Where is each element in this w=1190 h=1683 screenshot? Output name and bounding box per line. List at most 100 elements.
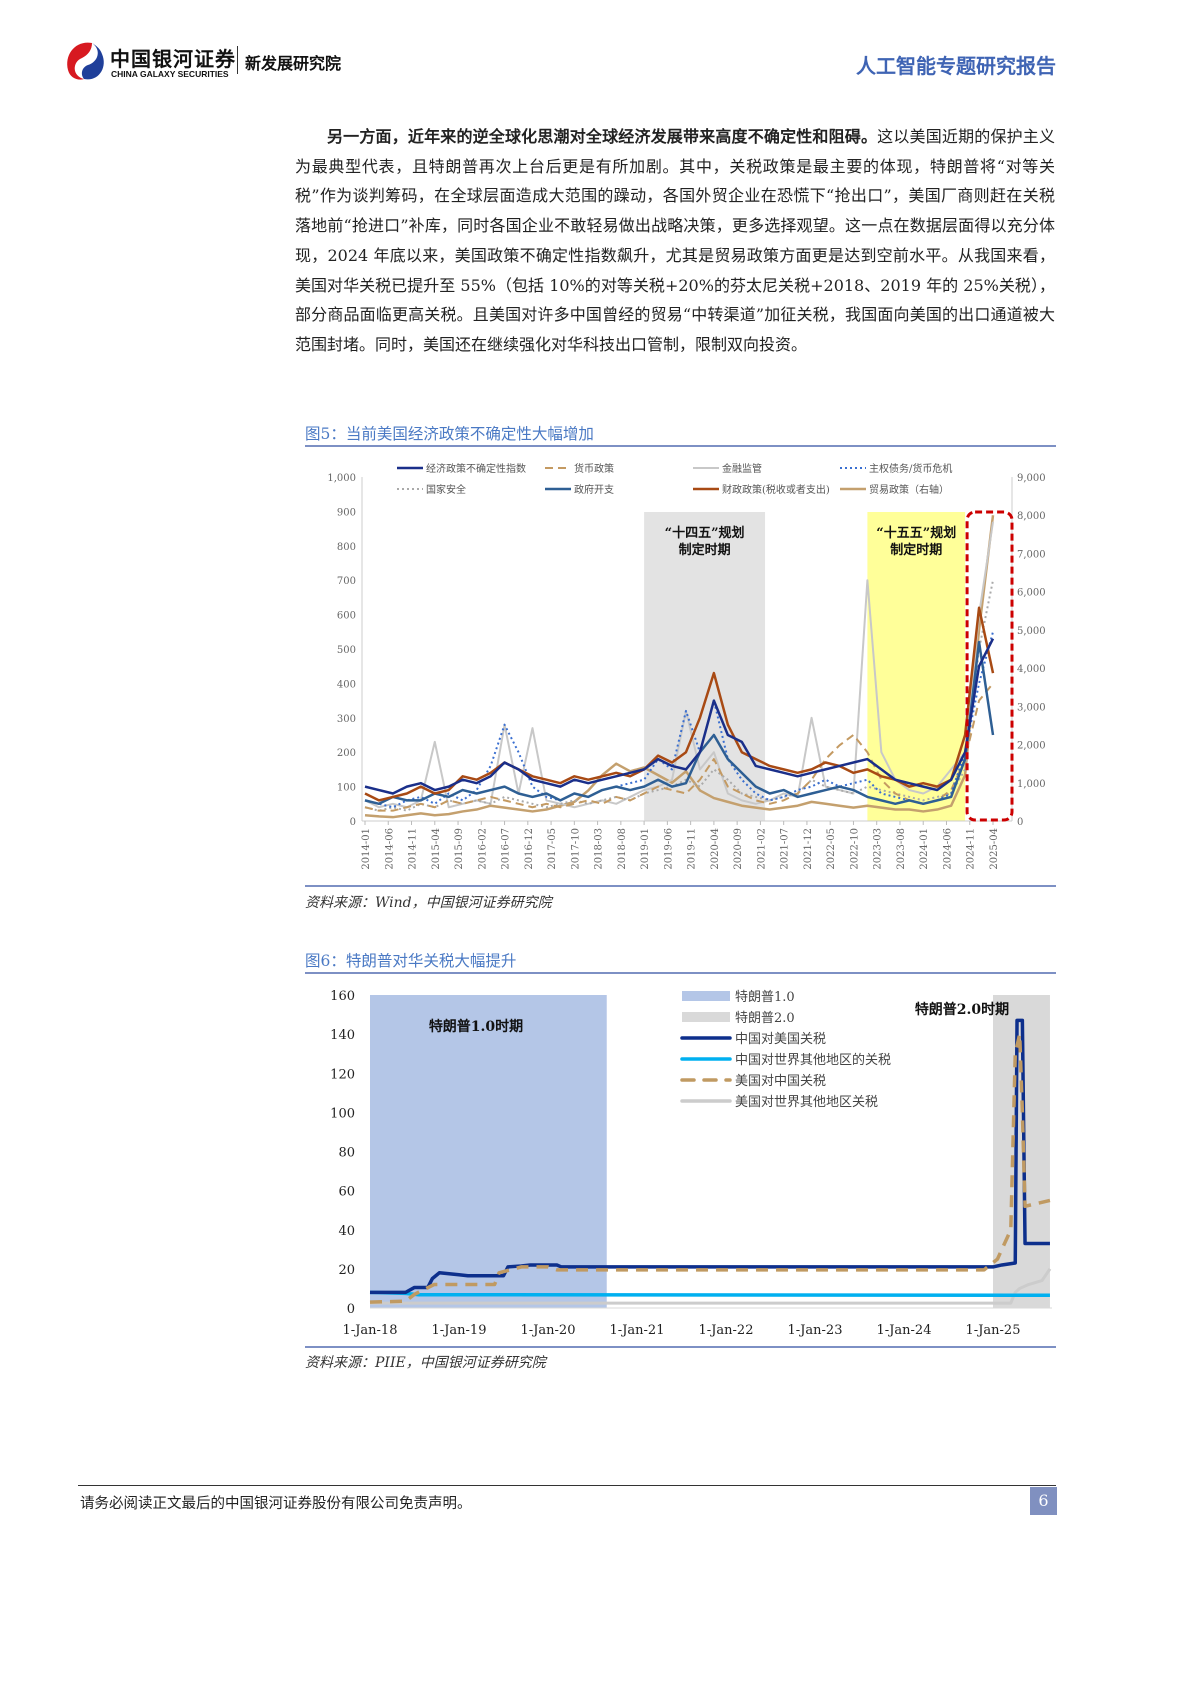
y-tick-label-right: 9,000: [1017, 473, 1046, 484]
x-tick-label: 2019-06: [663, 828, 674, 870]
x-tick-label: 2020-04: [710, 828, 721, 870]
legend-label: 货币政策: [574, 462, 614, 475]
x-tick-label: 1-Jan-25: [966, 1323, 1021, 1338]
logo-chinese-name: 中国银河证券: [110, 47, 236, 71]
institute-name: 新发展研究院: [245, 54, 342, 73]
y-tick-label-left: 0: [350, 817, 356, 828]
x-tick-label: 2017-10: [570, 828, 581, 870]
y-tick-label-left: 300: [337, 714, 356, 725]
figure5-bottom-rule: [305, 885, 1056, 887]
x-tick-label: 2016-02: [477, 828, 488, 870]
figure6-source: 资料来源：PIIE，中国银河证券研究院: [305, 1355, 546, 1371]
y-tick-label: 60: [338, 1185, 355, 1200]
x-tick-label: 1-Jan-22: [699, 1323, 754, 1338]
footer-rule: [78, 1485, 1056, 1486]
period-annotation: 特朗普1.0时期: [429, 1018, 523, 1035]
paragraph-bold-lead: 另一方面，近年来的逆全球化思潮对全球经济发展带来高度不确定性和阻碍。: [327, 127, 878, 146]
legend-label: 特朗普2.0: [735, 1011, 795, 1026]
report-type: 人工智能专题研究报告: [856, 54, 1056, 78]
y-tick-label-right: 2,000: [1017, 741, 1046, 752]
legend-swatch: [682, 1012, 730, 1022]
legend-label: 金融监管: [722, 462, 762, 475]
legend-label: 主权债务/货币危机: [869, 462, 952, 475]
x-tick-label: 1-Jan-21: [610, 1323, 665, 1338]
y-tick-label-left: 700: [337, 576, 356, 587]
x-tick-label: 1-Jan-24: [877, 1323, 932, 1338]
x-tick-label: 2016-12: [524, 828, 535, 870]
x-tick-label: 2018-08: [617, 828, 628, 870]
legend-label: 经济政策不确定性指数: [426, 462, 526, 475]
figure5-source: 资料来源：Wind，中国银河证券研究院: [305, 895, 552, 911]
x-tick-label: 2023-08: [896, 828, 907, 870]
x-tick-label: 1-Jan-20: [521, 1323, 576, 1338]
figure6-title: 图6：特朗普对华关税大幅提升: [305, 952, 517, 970]
shaded-period: [644, 512, 766, 821]
y-tick-label-left: 600: [337, 611, 356, 622]
y-tick-label-left: 800: [337, 542, 356, 553]
x-tick-label: 2014-01: [361, 828, 372, 870]
figure6-chart: 特朗普1.0时期 特朗普2.0时期 0 20 40 60 80 100 120 140 160 1-J…: [330, 989, 1052, 1338]
x-tick-label: 2018-03: [594, 828, 605, 870]
y-tick-label-left: 200: [337, 748, 356, 759]
x-tick-label: 2014-06: [384, 828, 395, 870]
legend-label: 政府开支: [574, 483, 614, 496]
x-tick-label: 2024-11: [966, 828, 977, 870]
y-tick-label-right: 4,000: [1017, 664, 1046, 675]
x-tick-label: 2024-06: [942, 828, 953, 870]
y-tick-label-right: 0: [1017, 817, 1023, 828]
figure5-top-rule: [305, 445, 1056, 447]
period-annotation: 特朗普2.0时期: [915, 1001, 1009, 1018]
y-tick-label-right: 3,000: [1017, 702, 1046, 713]
x-tick-label: 2023-03: [873, 828, 884, 870]
y-tick-label: 140: [330, 1028, 355, 1043]
y-tick-label-right: 5,000: [1017, 626, 1046, 637]
y-tick-label: 80: [338, 1146, 355, 1161]
legend-label: 美国对世界其他地区关税: [735, 1095, 878, 1110]
figure6-bottom-rule: [305, 1346, 1056, 1348]
y-tick-label: 20: [338, 1263, 355, 1278]
legend-label: 中国对美国关税: [735, 1032, 826, 1047]
y-tick-label: 40: [338, 1224, 355, 1239]
y-tick-label: 100: [330, 1106, 355, 1121]
y-tick-label-left: 500: [337, 645, 356, 656]
x-tick-label: 2020-09: [733, 828, 744, 870]
y-tick-label-left: 900: [337, 507, 356, 518]
y-tick-label: 160: [330, 989, 355, 1004]
legend-label: 国家安全: [426, 483, 466, 496]
paragraph-text: 这以美国近期的保护主义为最典型代表，且特朗普再次上台后更是有所加剧。其中，关税政…: [295, 127, 1055, 354]
body-paragraph: 另一方面，近年来的逆全球化思潮对全球经济发展带来高度不确定性和阻碍。这以美国近期…: [295, 122, 1055, 360]
shaded-period: [867, 512, 966, 821]
shaded-period-label: “十五五”规划: [876, 525, 956, 541]
figure6-top-rule: [305, 972, 1056, 974]
x-tick-label: 2021-02: [756, 828, 767, 870]
x-tick-label: 1-Jan-23: [788, 1323, 843, 1338]
legend-swatch: [682, 991, 730, 1001]
shaded-period: [370, 995, 607, 1308]
x-tick-label: 2021-07: [780, 828, 791, 870]
x-tick-label: 2022-10: [849, 828, 860, 870]
x-tick-label: 2019-11: [687, 828, 698, 870]
figure5-title: 图5：当前美国经济政策不确定性大幅增加: [305, 425, 594, 443]
y-tick-label-right: 6,000: [1017, 588, 1046, 599]
x-tick-label: 2024-01: [919, 828, 930, 870]
x-tick-label: 2019-01: [640, 828, 651, 870]
y-tick-label-left: 1,000: [327, 473, 356, 484]
y-tick-label-left: 400: [337, 679, 356, 690]
legend-label: 特朗普1.0: [735, 990, 795, 1005]
y-tick-label-left: 100: [337, 783, 356, 794]
galaxy-logo-icon: [67, 42, 104, 80]
page-number: 6: [1030, 1487, 1057, 1515]
x-tick-label: 2021-12: [803, 828, 814, 870]
x-tick-label: 1-Jan-19: [432, 1323, 487, 1338]
logo-english-name: CHINA GALAXY SECURITIES: [111, 69, 229, 79]
header-divider: [237, 46, 238, 74]
y-tick-label-right: 8,000: [1017, 511, 1046, 522]
x-tick-label: 2025-04: [989, 828, 1000, 870]
legend-label: 财政政策(税收或者支出): [722, 483, 830, 496]
x-tick-label: 2016-07: [501, 828, 512, 870]
x-tick-label: 2017-05: [547, 828, 558, 870]
y-tick-label: 0: [347, 1302, 355, 1317]
x-tick-label: 2015-09: [454, 828, 465, 870]
figure5-chart: “十四五”规划制定时期“十五五”规划制定时期010020030040050060…: [327, 462, 1046, 870]
shaded-period-label: “十四五”规划: [665, 525, 745, 541]
